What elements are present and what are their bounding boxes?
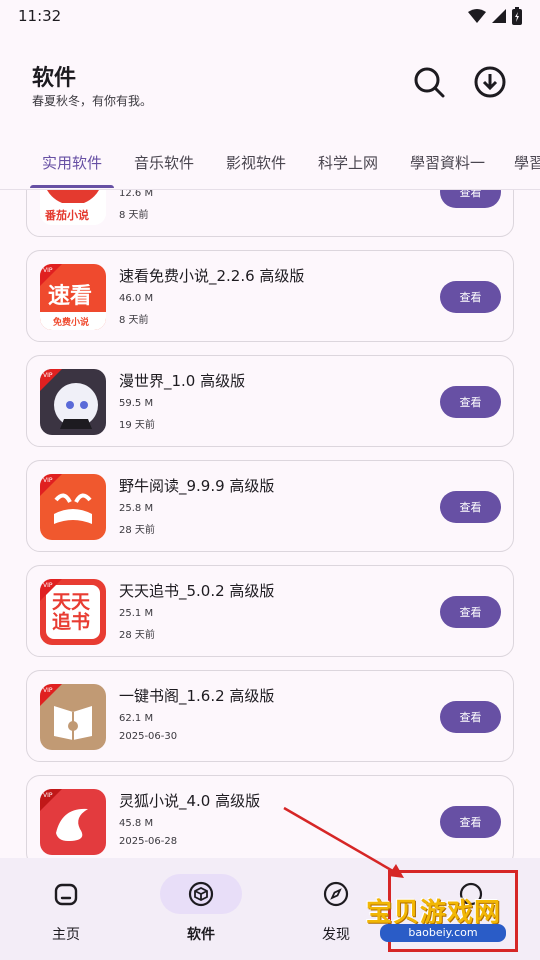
- app-name: 灵狐小说_4.0 高级版: [119, 792, 261, 810]
- app-date: 2025-06-28: [119, 836, 178, 847]
- app-date: 28 天前: [119, 630, 155, 641]
- signal-icon: [492, 9, 506, 23]
- compass-icon: [323, 881, 349, 907]
- nav-label: 主页: [52, 927, 80, 943]
- vip-badge: VIP: [43, 267, 53, 274]
- app-date: 19 天前: [119, 420, 155, 431]
- status-bar: 11:32: [0, 0, 540, 32]
- app-date: 8 天前: [119, 210, 149, 221]
- battery-icon: [512, 7, 522, 25]
- app-size: 12.6 M: [119, 190, 154, 199]
- vip-badge: VIP: [43, 477, 53, 484]
- nav-software[interactable]: 软件: [151, 874, 251, 944]
- page-subtitle: 春夏秋冬，有你有我。: [32, 94, 153, 108]
- app-size: 25.1 M: [119, 608, 154, 619]
- app-size: 45.8 M: [119, 818, 154, 829]
- nav-home[interactable]: 主页: [16, 874, 116, 944]
- category-tabs: 实用软件 音乐软件 影视软件 科学上网 學習資料一 學習: [0, 138, 540, 190]
- app-size: 25.8 M: [119, 503, 154, 514]
- search-button[interactable]: [412, 65, 446, 99]
- app-date: 2025-06-30: [119, 731, 178, 742]
- download-icon: [474, 66, 506, 98]
- icon-sublabel: 免费小说: [53, 318, 90, 328]
- vip-badge: VIP: [43, 582, 53, 589]
- vip-badge: VIP: [43, 792, 53, 799]
- home-icon: [54, 883, 78, 906]
- app-name: 漫世界_1.0 高级版: [119, 372, 246, 390]
- app-icon-yeniu: VIP: [40, 474, 106, 540]
- page-title: 软件: [32, 66, 77, 91]
- vip-badge: VIP: [43, 687, 53, 694]
- view-button[interactable]: 查看: [440, 281, 501, 313]
- tab-video[interactable]: 影视软件: [226, 152, 286, 173]
- view-button[interactable]: 查看: [440, 190, 501, 208]
- wifi-icon: [468, 9, 486, 23]
- app-card[interactable]: VIP 速看 免费小说 速看免费小说_2.2.6 高级版 46.0 M 8 天前…: [26, 250, 514, 342]
- tab-music[interactable]: 音乐软件: [134, 152, 194, 173]
- icon-label: 天天追书: [52, 591, 91, 633]
- app-name: 天天追书_5.0.2 高级版: [119, 582, 275, 600]
- app-icon-fanqie: 番茄小说: [40, 190, 106, 225]
- app-icon-linghu: VIP: [40, 789, 106, 855]
- status-icons: [468, 7, 522, 25]
- tab-study-1[interactable]: 學習資料一: [410, 152, 485, 173]
- tab-utility[interactable]: 实用软件: [42, 152, 102, 173]
- watermark-url: baobeiy.com: [380, 924, 506, 942]
- tab-indicator: [30, 185, 114, 188]
- view-button[interactable]: 查看: [440, 491, 501, 523]
- status-time: 11:32: [18, 7, 62, 25]
- app-name: 一键书阁_1.6.2 高级版: [119, 687, 275, 705]
- app-card[interactable]: VIP 天天追书 天天追书_5.0.2 高级版 25.1 M 28 天前 查看: [26, 565, 514, 657]
- tab-proxy[interactable]: 科学上网: [318, 152, 378, 173]
- nav-label: 软件: [187, 927, 215, 943]
- app-date: 28 天前: [119, 525, 155, 536]
- app-icon-manshijie: VIP: [40, 369, 106, 435]
- app-name: 速看免费小说_2.2.6 高级版: [119, 267, 305, 285]
- app-icon-yijian: VIP: [40, 684, 106, 750]
- app-size: 59.5 M: [119, 398, 154, 409]
- view-button[interactable]: 查看: [440, 701, 501, 733]
- view-button[interactable]: 查看: [440, 386, 501, 418]
- app-size: 46.0 M: [119, 293, 154, 304]
- view-button[interactable]: 查看: [440, 806, 501, 838]
- tab-study-2[interactable]: 學習: [514, 152, 540, 173]
- app-card[interactable]: VIP 野牛阅读_9.9.9 高级版 25.8 M 28 天前 查看: [26, 460, 514, 552]
- app-list[interactable]: 番茄小说 12.6 M 8 天前 查看 VIP 速看 免费小说 速看免费小说_2…: [0, 190, 540, 858]
- app-size: 62.1 M: [119, 713, 154, 724]
- app-icon-sukan: VIP 速看 免费小说: [40, 264, 106, 330]
- icon-label: 速看: [48, 284, 93, 309]
- app-card[interactable]: VIP 漫世界_1.0 高级版 59.5 M 19 天前 查看: [26, 355, 514, 447]
- box-icon: [188, 881, 214, 907]
- vip-badge: VIP: [43, 372, 53, 379]
- nav-active-pill: [160, 874, 242, 914]
- app-card[interactable]: 番茄小说 12.6 M 8 天前 查看: [26, 190, 514, 237]
- icon-label: 番茄小说: [45, 209, 89, 222]
- app-name: 野牛阅读_9.9.9 高级版: [119, 477, 275, 495]
- app-date: 8 天前: [119, 315, 149, 326]
- app-card[interactable]: VIP 灵狐小说_4.0 高级版 45.8 M 2025-06-28 查看: [26, 775, 514, 858]
- view-button[interactable]: 查看: [440, 596, 501, 628]
- app-header: 软件 春夏秋冬，有你有我。: [0, 50, 540, 120]
- app-card[interactable]: VIP 一键书阁_1.6.2 高级版 62.1 M 2025-06-30 查看: [26, 670, 514, 762]
- search-icon: [414, 67, 445, 98]
- app-icon-tiantian: VIP 天天追书: [40, 579, 106, 645]
- download-button[interactable]: [473, 65, 507, 99]
